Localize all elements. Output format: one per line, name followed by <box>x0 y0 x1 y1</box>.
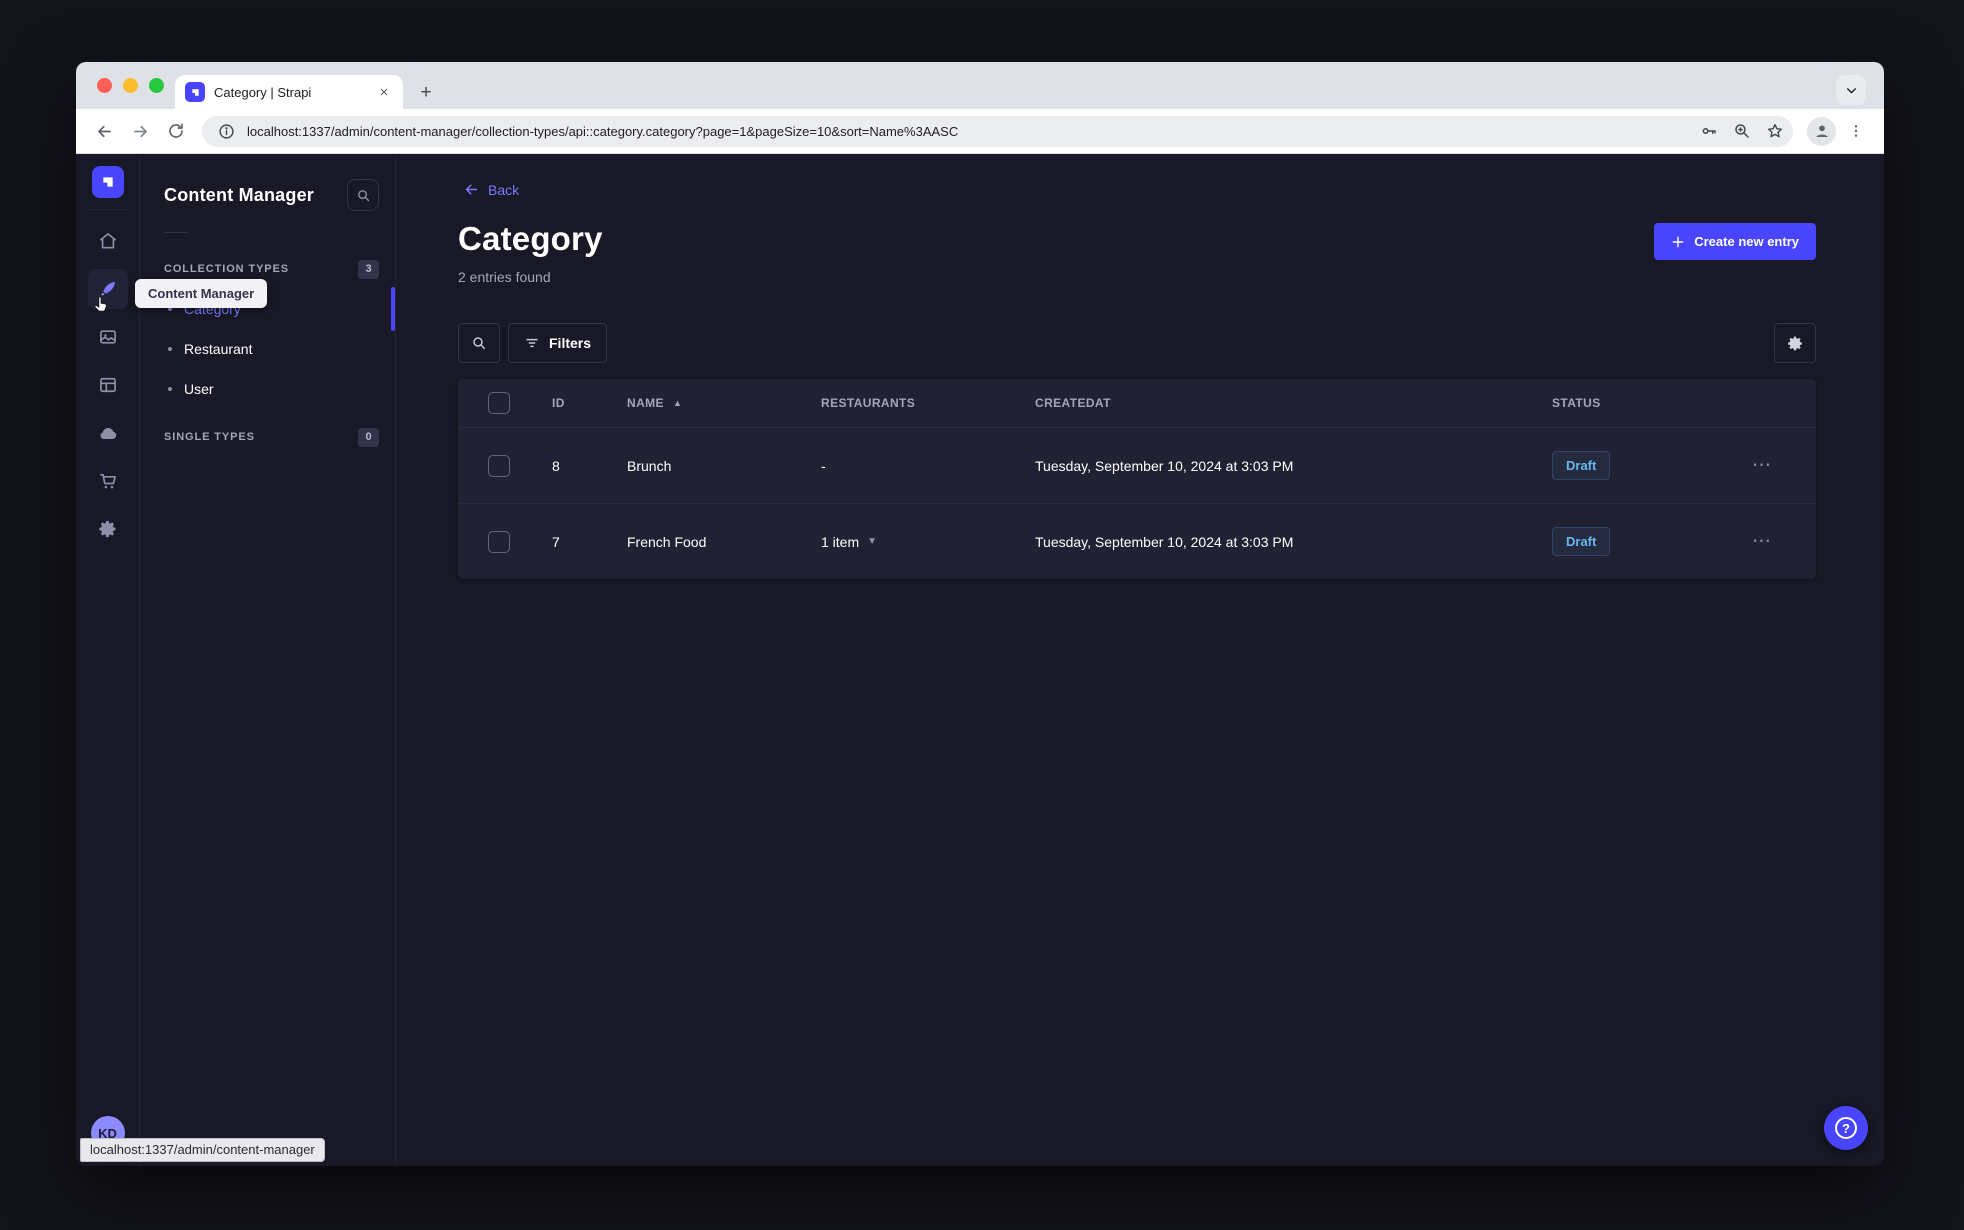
status-badge: Draft <box>1552 527 1611 556</box>
zoom-window-button[interactable] <box>149 78 164 93</box>
sidebar-item-label: Restaurant <box>184 341 253 357</box>
new-tab-button[interactable]: + <box>413 80 439 106</box>
cell-restaurants[interactable]: 1 item ▼ <box>821 534 1035 550</box>
subnav-divider <box>164 232 188 233</box>
back-link[interactable]: Back <box>463 181 519 198</box>
cell-name: French Food <box>627 533 707 550</box>
entries-count: 2 entries found <box>458 269 551 285</box>
password-key-icon[interactable] <box>1697 119 1721 143</box>
table-row[interactable]: 8 Brunch - Tuesday, September 10, 2024 a… <box>458 427 1816 503</box>
question-mark-icon: ? <box>1835 1117 1857 1139</box>
bullet-icon <box>168 347 172 351</box>
media-library-icon[interactable] <box>88 317 128 357</box>
cell-id: 8 <box>552 457 560 474</box>
table-header-row: ID NAME ▲ RESTAURANTS CREATEDAT STATUS <box>458 379 1816 427</box>
create-new-entry-button[interactable]: Create new entry <box>1654 223 1816 260</box>
collection-types-label: COLLECTION TYPES <box>164 263 290 275</box>
content-type-builder-icon[interactable] <box>88 365 128 405</box>
help-button[interactable]: ? <box>1824 1106 1868 1150</box>
column-header-createdat[interactable]: CREATEDAT <box>1035 396 1552 410</box>
active-indicator <box>391 287 395 331</box>
browser-toolbar: localhost:1337/admin/content-manager/col… <box>76 109 1884 154</box>
bullet-icon <box>168 387 172 391</box>
traffic-lights <box>97 78 164 93</box>
sort-asc-icon: ▲ <box>672 398 683 408</box>
cell-createdat: Tuesday, September 10, 2024 at 3:03 PM <box>1035 533 1294 550</box>
sidebar-item-label: User <box>184 381 214 397</box>
browser-tab-strip: Category | Strapi × + <box>76 62 1884 109</box>
cell-name: Brunch <box>627 457 672 474</box>
browser-menu-kebab-icon[interactable] <box>1840 115 1872 147</box>
cell-restaurants: - <box>821 457 826 474</box>
column-header-name[interactable]: NAME ▲ <box>627 396 821 410</box>
column-header-id[interactable]: ID <box>552 396 627 410</box>
strapi-logo[interactable] <box>91 166 124 198</box>
select-all-checkbox[interactable] <box>488 392 510 414</box>
page-title: Category <box>458 220 603 257</box>
column-header-restaurants[interactable]: RESTAURANTS <box>821 396 1035 410</box>
sidebar-item-user[interactable]: User <box>140 369 395 409</box>
strapi-favicon <box>185 82 205 102</box>
forward-icon[interactable] <box>124 115 156 147</box>
url-text[interactable]: localhost:1337/admin/content-manager/col… <box>247 124 1688 139</box>
entries-table: ID NAME ▲ RESTAURANTS CREATEDAT STATUS 8 … <box>458 379 1816 579</box>
back-icon[interactable] <box>88 115 120 147</box>
table-search-icon[interactable] <box>458 323 500 363</box>
sidebar-item-restaurant[interactable]: Restaurant <box>140 329 395 369</box>
page-info-icon[interactable] <box>214 119 238 143</box>
row-actions-kebab-icon[interactable]: ⋯ <box>1752 454 1824 477</box>
filters-button[interactable]: Filters <box>508 323 608 363</box>
single-types-label: SINGLE TYPES <box>164 431 255 443</box>
browser-profile-avatar[interactable] <box>1807 116 1836 146</box>
marketplace-cart-icon[interactable] <box>88 461 128 501</box>
view-settings-gear-icon[interactable] <box>1774 323 1816 363</box>
bookmark-star-icon[interactable] <box>1763 119 1787 143</box>
column-header-status[interactable]: STATUS <box>1552 396 1752 410</box>
home-icon[interactable] <box>88 221 128 261</box>
subnav-title: Content Manager <box>164 184 315 205</box>
url-bar[interactable]: localhost:1337/admin/content-manager/col… <box>202 115 1793 147</box>
cloud-icon[interactable] <box>88 413 128 453</box>
hand-cursor-icon <box>92 295 111 314</box>
row-checkbox[interactable] <box>488 530 510 553</box>
status-badge: Draft <box>1552 451 1611 480</box>
browser-tab[interactable]: Category | Strapi × <box>175 75 403 109</box>
strapi-app: KD Content Manager COLLECTION TYPES 3 Ca… <box>76 154 1884 1166</box>
tab-close-icon[interactable]: × <box>375 83 393 101</box>
collection-types-count-badge: 3 <box>358 259 379 279</box>
browser-status-bar: localhost:1337/admin/content-manager <box>80 1138 325 1162</box>
tab-search-chevron-icon[interactable] <box>1836 75 1866 105</box>
row-checkbox[interactable] <box>488 454 510 477</box>
rail-divider <box>87 209 128 210</box>
row-actions-kebab-icon[interactable]: ⋯ <box>1752 530 1824 553</box>
cell-createdat: Tuesday, September 10, 2024 at 3:03 PM <box>1035 457 1294 474</box>
minimize-window-button[interactable] <box>123 78 138 93</box>
settings-gear-icon[interactable] <box>88 509 128 549</box>
cell-id: 7 <box>552 533 560 550</box>
table-row[interactable]: 7 French Food 1 item ▼ Tuesday, Septembe… <box>458 503 1816 579</box>
main-content: Back Category Create new entry 2 entries… <box>396 154 1884 1166</box>
tab-title: Category | Strapi <box>214 84 312 100</box>
browser-window: Category | Strapi × + localhost:1337/adm… <box>76 62 1884 1166</box>
reload-icon[interactable] <box>160 115 192 147</box>
subnav-search-icon[interactable] <box>347 179 379 211</box>
close-window-button[interactable] <box>97 78 112 93</box>
single-types-count-badge: 0 <box>358 427 379 447</box>
chevron-down-icon: ▼ <box>867 536 878 547</box>
zoom-page-icon[interactable] <box>1730 119 1754 143</box>
content-manager-tooltip: Content Manager <box>135 279 268 308</box>
